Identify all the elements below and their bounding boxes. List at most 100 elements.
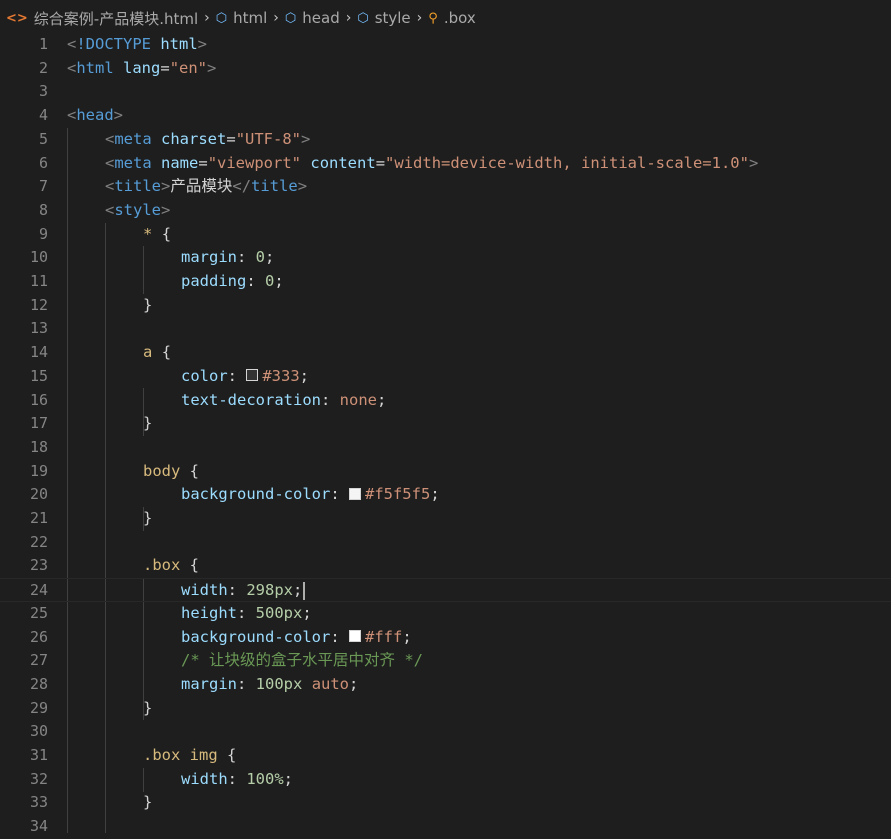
line-number: 10 [29, 248, 48, 267]
code-content: } [143, 697, 152, 721]
code-content: margin: 100px auto; [181, 673, 358, 697]
code-token: html [160, 35, 198, 53]
line-number: 17 [29, 414, 48, 433]
code-line[interactable]: 30 [0, 720, 891, 744]
code-token: margin [181, 248, 237, 267]
line-number: 4 [38, 106, 48, 125]
code-token: : [227, 581, 247, 600]
code-token: = [226, 129, 236, 148]
code-line[interactable]: 10 margin: 0; [0, 246, 891, 270]
code-token: 100px [255, 674, 303, 693]
code-content: .box { [143, 554, 199, 578]
code-token: } [143, 698, 153, 717]
code-line[interactable]: 8 <style> [0, 199, 891, 223]
code-token: color [181, 366, 228, 385]
code-line[interactable]: 27 /* 让块级的盒子水平居中对齐 */ [0, 649, 891, 673]
code-line[interactable]: 1 <!DOCTYPE html> [0, 33, 891, 57]
code-token: < [67, 35, 77, 53]
code-token: } [143, 509, 153, 527]
code-content: } [143, 507, 152, 531]
code-token: #333 [262, 366, 300, 385]
breadcrumb-item-box[interactable]: ⚲ .box [428, 9, 475, 27]
code-token: ; [299, 366, 310, 385]
line-number: 24 [29, 581, 48, 600]
color-swatch[interactable] [246, 369, 259, 382]
code-content: * { [143, 223, 171, 247]
code-token: name [161, 153, 199, 172]
line-number: 25 [29, 603, 48, 622]
code-line[interactable]: 6 <meta name="viewport" content="width=de… [0, 152, 891, 176]
code-line[interactable]: 25 height: 500px; [0, 602, 891, 626]
line-number: 19 [29, 461, 48, 480]
code-line[interactable]: 32 width: 100%; [0, 768, 891, 792]
breadcrumb-item-html[interactable]: ⬡ html [216, 9, 268, 27]
code-line[interactable]: 4 <head> [0, 104, 891, 128]
code-token: : [227, 366, 247, 385]
code-token: ; [376, 390, 387, 409]
code-line[interactable]: 34 [0, 815, 891, 839]
code-line[interactable]: 11 padding: 0; [0, 270, 891, 294]
breadcrumb-item-label: html [233, 9, 268, 27]
code-line[interactable]: 3 [0, 80, 891, 104]
breadcrumb-item-style[interactable]: ⬡ style [357, 9, 410, 27]
code-line[interactable]: 7 <title>产品模块</title> [0, 175, 891, 199]
line-number: 30 [29, 722, 48, 741]
line-number: 27 [29, 651, 48, 670]
code-line[interactable]: 9 * { [0, 223, 891, 247]
code-line[interactable]: 13 [0, 317, 891, 341]
code-line[interactable]: 12} [0, 294, 891, 318]
breadcrumb-item-head[interactable]: ⬡ head [285, 9, 340, 27]
code-content: width: 298px; [181, 579, 306, 603]
code-line[interactable]: 29} [0, 697, 891, 721]
code-token: > [113, 106, 124, 125]
code-content: <meta charset="UTF-8"> [105, 128, 310, 152]
line-number: 13 [29, 319, 48, 338]
color-swatch[interactable] [348, 487, 361, 500]
code-line[interactable]: 23 .box { [0, 554, 891, 578]
code-line[interactable]: 26 background-color: #fff; [0, 626, 891, 650]
code-line[interactable]: 28 margin: 100px auto; [0, 673, 891, 697]
code-line[interactable]: 16 text-decoration: none; [0, 389, 891, 413]
code-token: text-decoration [181, 390, 321, 409]
code-token: : [246, 272, 265, 290]
code-line[interactable]: 17} [0, 412, 891, 436]
code-line[interactable]: 20 background-color: #f5f5f5; [0, 483, 891, 507]
code-content: /* 让块级的盒子水平居中对齐 */ [181, 649, 423, 673]
code-editor[interactable]: 1 <!DOCTYPE html> 2 <html lang="en"> 3 4 <head… [0, 33, 891, 835]
code-token: > [207, 58, 217, 77]
line-number: 1 [38, 35, 48, 53]
code-token: > [301, 129, 311, 148]
code-line[interactable]: 31 .box img { [0, 744, 891, 768]
code-content: background-color: #f5f5f5; [181, 483, 440, 507]
code-token: : [237, 674, 256, 693]
code-line[interactable]: 24 width: 298px; [0, 578, 891, 602]
code-token: auto [311, 674, 350, 693]
code-token: < [105, 153, 115, 172]
code-line[interactable]: 22 [0, 531, 891, 555]
code-line[interactable]: 19 body { [0, 460, 891, 484]
line-number: 5 [38, 129, 48, 148]
code-content: <meta name="viewport" content="width=dev… [105, 152, 758, 176]
code-line[interactable]: 15 color: #333; [0, 365, 891, 389]
code-line[interactable]: 14 a { [0, 341, 891, 365]
code-line[interactable]: 2 <html lang="en"> [0, 57, 891, 81]
code-line[interactable]: 5 <meta charset="UTF-8"> [0, 128, 891, 152]
code-token: a [143, 343, 153, 362]
code-token: width [181, 769, 228, 788]
code-token: = [160, 58, 170, 77]
color-swatch[interactable] [348, 630, 361, 642]
code-line[interactable]: 18 [0, 436, 891, 460]
breadcrumb-item-label: style [374, 9, 411, 27]
code-token: : [330, 485, 349, 504]
code-token: > [197, 35, 208, 53]
code-content: height: 500px; [181, 602, 312, 626]
code-token: : [237, 603, 256, 622]
line-number: 31 [29, 746, 48, 764]
code-line[interactable]: 33} [0, 791, 891, 815]
code-line[interactable]: 21} [0, 507, 891, 531]
breadcrumb-file[interactable]: <> 综合案例-产品模块.html [6, 8, 198, 29]
